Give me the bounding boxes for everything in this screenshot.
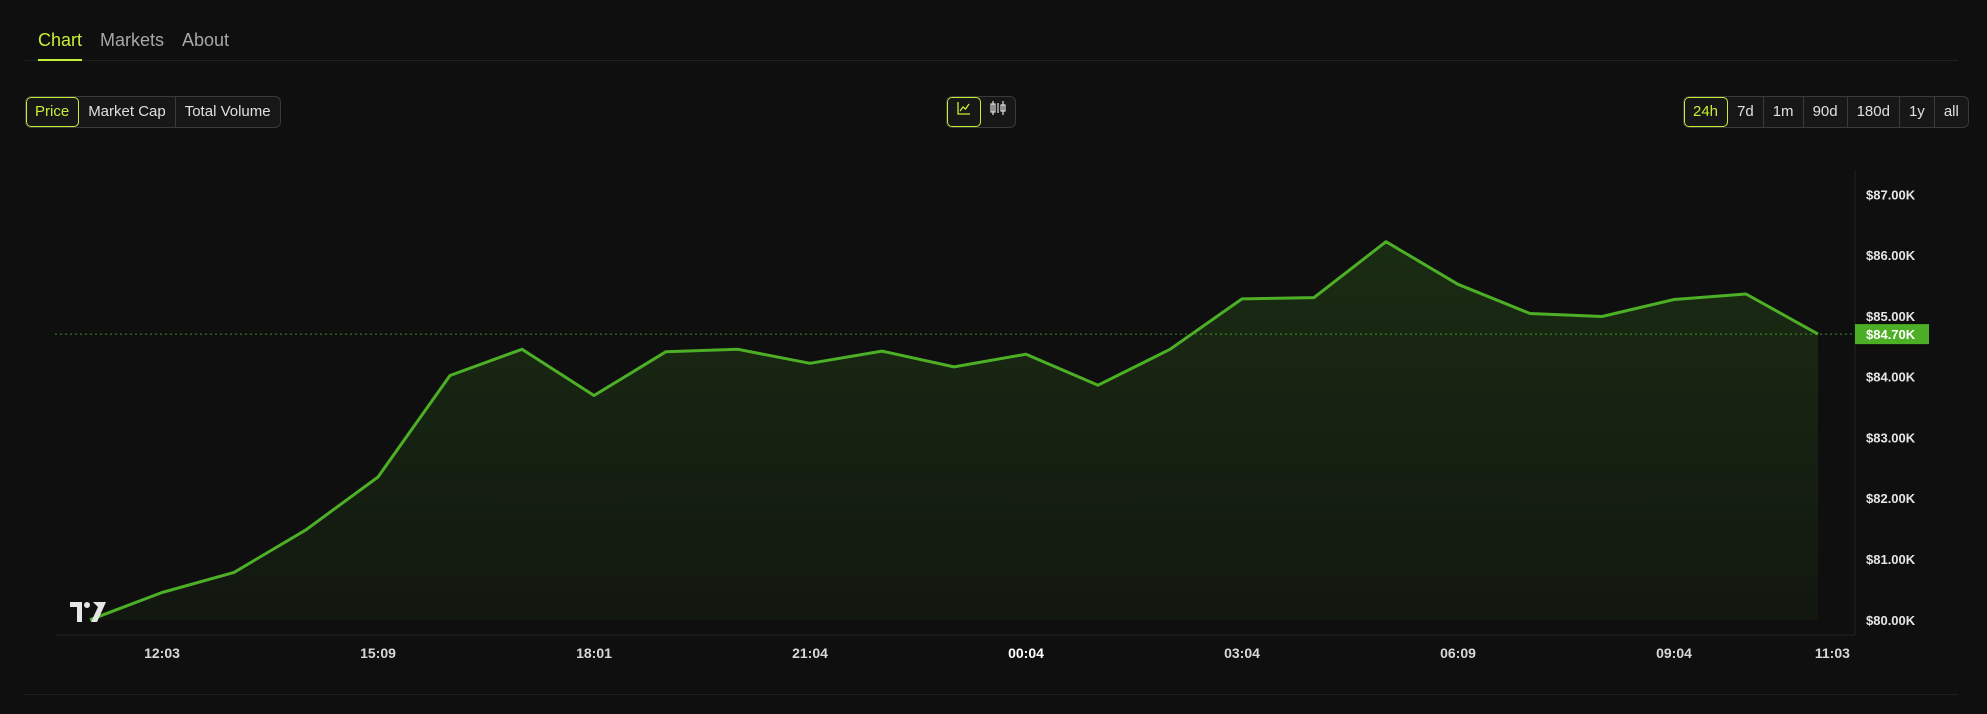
price-point — [1312, 296, 1316, 300]
x-tick-label: 00:04 — [1008, 645, 1044, 661]
price-point — [592, 394, 596, 398]
price-point — [1240, 297, 1244, 301]
x-tick-label: 12:03 — [144, 645, 180, 661]
price-point — [880, 349, 884, 353]
metric-selector: Price Market Cap Total Volume — [25, 96, 281, 128]
price-point — [1816, 332, 1820, 336]
current-price-label: $84.70K — [1866, 327, 1916, 342]
price-point — [1744, 292, 1748, 296]
x-tick-label: 15:09 — [360, 645, 396, 661]
range-all-button[interactable]: all — [1935, 97, 1968, 127]
price-area-fill — [90, 241, 1818, 620]
price-point — [1024, 352, 1028, 356]
candlestick-chart-button[interactable] — [981, 97, 1015, 127]
price-point — [808, 361, 812, 365]
y-tick-label: $81.00K — [1866, 552, 1916, 567]
price-point — [1384, 240, 1388, 244]
time-range-selector: 24h 7d 1m 90d 180d 1y all — [1683, 96, 1969, 128]
range-24h-button[interactable]: 24h — [1684, 97, 1729, 127]
x-tick-label: 06:09 — [1440, 645, 1476, 661]
price-button[interactable]: Price — [26, 97, 80, 127]
x-tick-label: 21:04 — [792, 645, 828, 661]
y-tick-label: $86.00K — [1866, 248, 1916, 263]
line-chart-button[interactable] — [947, 97, 981, 127]
market-cap-button[interactable]: Market Cap — [79, 97, 176, 127]
y-tick-label: $80.00K — [1866, 613, 1916, 628]
y-tick-label: $85.00K — [1866, 309, 1916, 324]
price-point — [520, 347, 524, 351]
price-point — [1600, 314, 1604, 318]
range-1m-button[interactable]: 1m — [1764, 97, 1804, 127]
range-1y-button[interactable]: 1y — [1900, 97, 1935, 127]
tab-bar: Chart Markets About — [25, 0, 1958, 61]
total-volume-button[interactable]: Total Volume — [176, 97, 280, 127]
price-point — [664, 350, 668, 354]
chart-type-selector — [946, 96, 1016, 128]
y-tick-label: $82.00K — [1866, 491, 1916, 506]
bottom-divider — [25, 694, 1958, 695]
price-point — [736, 347, 740, 351]
tab-about[interactable]: About — [182, 30, 229, 59]
x-tick-label: 18:01 — [576, 645, 612, 661]
x-tick-label: 09:04 — [1656, 645, 1692, 661]
current-price-badge: $84.70K — [1855, 324, 1929, 345]
tab-markets[interactable]: Markets — [100, 30, 164, 59]
range-7d-button[interactable]: 7d — [1728, 97, 1764, 127]
line-chart-icon — [956, 97, 972, 127]
price-point — [1672, 297, 1676, 301]
price-point — [448, 373, 452, 377]
price-point — [952, 365, 956, 369]
y-tick-label: $83.00K — [1866, 430, 1916, 445]
price-point — [1168, 347, 1172, 351]
y-tick-label: $84.00K — [1866, 370, 1916, 385]
x-tick-label: 03:04 — [1224, 645, 1260, 661]
range-90d-button[interactable]: 90d — [1804, 97, 1848, 127]
price-point — [1528, 311, 1532, 315]
x-tick-label: 11:03 — [1815, 645, 1850, 661]
price-point — [1096, 383, 1100, 387]
price-point — [1456, 282, 1460, 286]
price-point — [232, 570, 236, 574]
candlestick-chart-icon — [989, 97, 1007, 127]
price-chart[interactable]: $80.00K $81.00K $82.00K $83.00K $84.00K $85.0… — [0, 170, 1987, 670]
y-tick-label: $87.00K — [1866, 187, 1916, 202]
price-point — [376, 475, 380, 479]
tab-chart[interactable]: Chart — [38, 30, 83, 61]
price-point — [160, 590, 164, 594]
range-180d-button[interactable]: 180d — [1848, 97, 1900, 127]
price-point — [304, 528, 308, 532]
